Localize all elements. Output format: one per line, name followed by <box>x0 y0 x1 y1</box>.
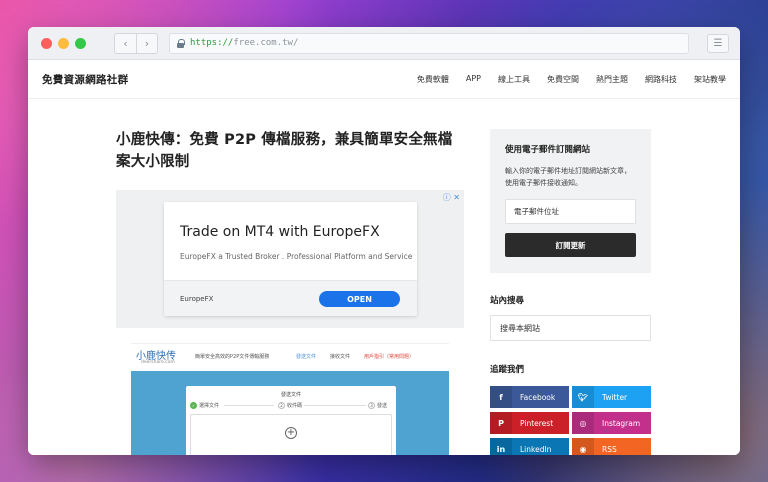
search-input[interactable]: 搜尋本網站 <box>490 315 651 341</box>
lock-icon <box>176 38 185 48</box>
step-label: 選擇文件 <box>199 403 220 409</box>
window-controls <box>41 37 86 49</box>
screenshot-nav-send: 發送文件 <box>296 354 317 360</box>
step-number: 3 <box>368 402 375 409</box>
screenshot-nav-guide: 用戶指引（常用問題） <box>364 354 415 360</box>
screenshot-header: 小鹿快传 deershare.com 簡單安全高效的P2P文件傳輸服務 發送文件… <box>131 344 449 370</box>
rss-button[interactable]: ◉ RSS <box>572 438 651 455</box>
browser-menu-button[interactable]: ☰ <box>707 33 729 53</box>
screenshot-panel: 發送文件 ✓ 選擇文件 2 收件碼 3 發送 + <box>186 386 396 455</box>
social-label: RSS <box>602 444 617 454</box>
ad-brand: EuropeFX <box>180 295 214 303</box>
step-connector <box>304 405 366 406</box>
browser-toolbar: ‹ › https:// free.com.tw/ ☰ <box>28 27 740 60</box>
subscribe-title: 使用電子郵件訂閱網站 <box>505 145 591 155</box>
social-label: Instagram <box>602 418 641 428</box>
social-label: LinkedIn <box>520 444 552 454</box>
linkedin-icon: in <box>490 438 512 455</box>
ad-headline[interactable]: Trade on MT4 with EuropeFX <box>180 224 380 240</box>
social-label: Twitter <box>602 392 628 402</box>
nav-item-tech[interactable]: 網路科技 <box>645 74 677 85</box>
ad-card[interactable]: Trade on MT4 with EuropeFX EuropeFX a Tr… <box>164 202 417 316</box>
history-nav: ‹ › <box>114 32 158 54</box>
plus-icon: + <box>285 427 297 439</box>
chevron-left-icon: ‹ <box>123 36 128 50</box>
facebook-icon: f <box>490 386 512 408</box>
pinterest-icon: P <box>490 412 512 434</box>
twitter-button[interactable]: 🐦︎ Twitter <box>572 386 651 408</box>
step-3: 3 發送 <box>368 402 387 409</box>
site-title[interactable]: 免費資源網路社群 <box>42 72 128 87</box>
subscribe-description: 輸入你的電子郵件地址訂閱網站新文章，使用電子郵件接收通知。 <box>505 167 631 187</box>
page-content: 小鹿快傳：免費 P2P 傳檔服務，兼具簡單安全無檔案大小限制 ⓘ ✕ Trade… <box>28 99 740 455</box>
ad-description: EuropeFX a Trusted Broker . Professional… <box>180 252 413 261</box>
step-label: 收件碼 <box>287 403 303 409</box>
forward-button[interactable]: › <box>136 33 157 53</box>
nav-item-hot-topics[interactable]: 熱門主題 <box>596 74 628 85</box>
chevron-right-icon: › <box>144 36 150 50</box>
step-connector <box>224 405 274 406</box>
site-nav: 免費軟體 APP 線上工具 免費空間 熱門主題 網路科技 架站教學 <box>400 74 726 85</box>
facebook-button[interactable]: f Facebook <box>490 386 569 408</box>
nav-item-app[interactable]: APP <box>466 74 481 85</box>
instagram-icon: ◎ <box>572 412 594 434</box>
subscribe-button[interactable]: 訂閱更新 <box>505 233 636 257</box>
rss-icon: ◉ <box>572 438 594 455</box>
maximize-window-button[interactable] <box>75 37 86 49</box>
follow-title: 追蹤我們 <box>490 365 525 375</box>
step-1: ✓ 選擇文件 <box>190 402 219 409</box>
twitter-icon: 🐦︎ <box>572 386 594 408</box>
article-screenshot: 小鹿快传 deershare.com 簡單安全高效的P2P文件傳輸服務 發送文件… <box>131 343 449 455</box>
nav-item-webmaster[interactable]: 架站教學 <box>694 74 726 85</box>
address-bar[interactable]: https:// free.com.tw/ <box>169 32 689 54</box>
step-label: 發送 <box>377 403 388 409</box>
search-title: 站內搜尋 <box>490 296 525 306</box>
ad-footer: EuropeFX OPEN <box>164 280 417 316</box>
ad-open-button[interactable]: OPEN <box>319 291 400 307</box>
social-label: Facebook <box>520 392 556 402</box>
screenshot-logo-sub: deershare.com <box>141 360 175 365</box>
file-drop-zone: + <box>190 414 392 455</box>
minimize-window-button[interactable] <box>58 37 69 49</box>
screenshot-nav-receive: 接收文件 <box>330 354 351 360</box>
check-icon: ✓ <box>190 402 197 409</box>
ad-banner[interactable]: ⓘ ✕ Trade on MT4 with EuropeFX EuropeFX … <box>116 190 464 328</box>
sidebar: 使用電子郵件訂閱網站 輸入你的電子郵件地址訂閱網站新文章，使用電子郵件接收通知。… <box>490 129 651 273</box>
browser-window: ‹ › https:// free.com.tw/ ☰ 免費資源網路社群 免費軟… <box>28 27 740 455</box>
email-field[interactable]: 電子郵件位址 <box>505 199 636 224</box>
social-links: f Facebook 🐦︎ Twitter P Pinterest ◎ Inst… <box>490 386 651 455</box>
back-button[interactable]: ‹ <box>115 34 136 53</box>
screenshot-panel-title: 發送文件 <box>280 392 301 398</box>
subscribe-widget: 使用電子郵件訂閱網站 輸入你的電子郵件地址訂閱網站新文章，使用電子郵件接收通知。… <box>490 129 651 273</box>
step-2: 2 收件碼 <box>278 402 302 409</box>
close-window-button[interactable] <box>41 37 52 49</box>
article-title: 小鹿快傳：免費 P2P 傳檔服務，兼具簡單安全無檔案大小限制 <box>116 132 453 170</box>
nav-item-online-tools[interactable]: 線上工具 <box>498 74 530 85</box>
step-number: 2 <box>278 402 285 409</box>
nav-item-free-software[interactable]: 免費軟體 <box>417 74 449 85</box>
nav-item-free-hosting[interactable]: 免費空間 <box>547 74 579 85</box>
screenshot-body: 發送文件 ✓ 選擇文件 2 收件碼 3 發送 + <box>131 371 449 455</box>
site-header: 免費資源網路社群 免費軟體 APP 線上工具 免費空間 熱門主題 網路科技 架站… <box>28 60 740 99</box>
pinterest-button[interactable]: P Pinterest <box>490 412 569 434</box>
social-label: Pinterest <box>520 418 554 428</box>
url-host: free.com.tw/ <box>233 38 299 48</box>
screenshot-tagline: 簡單安全高效的P2P文件傳輸服務 <box>195 354 270 360</box>
linkedin-button[interactable]: in LinkedIn <box>490 438 569 455</box>
instagram-button[interactable]: ◎ Instagram <box>572 412 651 434</box>
ad-choices-icon[interactable]: ⓘ ✕ <box>443 192 460 203</box>
url-scheme: https:// <box>190 38 234 48</box>
hamburger-icon: ☰ <box>713 37 723 49</box>
